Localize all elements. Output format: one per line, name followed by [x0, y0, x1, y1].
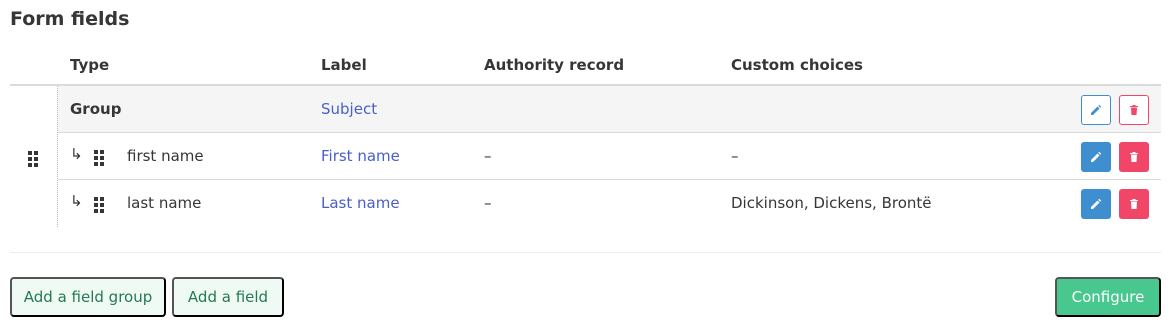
column-header-type: Type: [70, 56, 110, 74]
section-title: Form fields: [10, 8, 130, 30]
field-type: first name: [127, 147, 204, 165]
drag-handle-icon[interactable]: [94, 197, 104, 213]
pencil-icon: [1091, 104, 1102, 115]
pencil-icon: [1091, 198, 1102, 209]
field-label-link[interactable]: First name: [321, 147, 400, 165]
delete-group-button[interactable]: [1119, 95, 1149, 125]
drag-handle-icon[interactable]: [94, 150, 104, 166]
drag-handle-icon[interactable]: [28, 151, 38, 167]
delete-field-button[interactable]: [1119, 189, 1149, 219]
column-header-authority: Authority record: [484, 56, 625, 74]
column-header-choices: Custom choices: [731, 56, 863, 74]
field-group: Group Subject ↳ first name First name – …: [10, 86, 1161, 227]
field-choices: Dickinson, Dickens, Brontë: [731, 194, 932, 212]
table-row: ↳ first name First name – –: [58, 133, 1161, 180]
table-header: Type Label Authority record Custom choic…: [10, 44, 1161, 86]
group-type: Group: [70, 100, 122, 118]
add-field-group-button[interactable]: Add a field group: [10, 277, 166, 317]
child-arrow-icon: ↳: [70, 192, 83, 210]
column-header-label: Label: [321, 56, 367, 74]
form-fields-table: Type Label Authority record Custom choic…: [10, 44, 1161, 227]
trash-icon: [1130, 199, 1138, 209]
table-row: ↳ last name Last name – Dickinson, Dicke…: [58, 180, 1161, 227]
trash-icon: [1130, 105, 1138, 115]
delete-field-button[interactable]: [1119, 142, 1149, 172]
add-field-button[interactable]: Add a field: [172, 277, 284, 317]
pencil-icon: [1091, 151, 1102, 162]
configure-button[interactable]: Configure: [1055, 277, 1161, 317]
table-row-group: Group Subject: [58, 86, 1161, 133]
group-label-link[interactable]: Subject: [321, 100, 377, 118]
trash-icon: [1130, 152, 1138, 162]
child-arrow-icon: ↳: [70, 145, 83, 163]
edit-field-button[interactable]: [1081, 189, 1111, 219]
field-authority: –: [484, 194, 492, 212]
field-choices: –: [731, 147, 739, 165]
edit-field-button[interactable]: [1081, 142, 1111, 172]
field-type: last name: [127, 194, 202, 212]
group-drag-column: [10, 86, 58, 227]
edit-group-button[interactable]: [1081, 95, 1111, 125]
field-label-link[interactable]: Last name: [321, 194, 400, 212]
divider: [10, 252, 1161, 253]
field-authority: –: [484, 147, 492, 165]
